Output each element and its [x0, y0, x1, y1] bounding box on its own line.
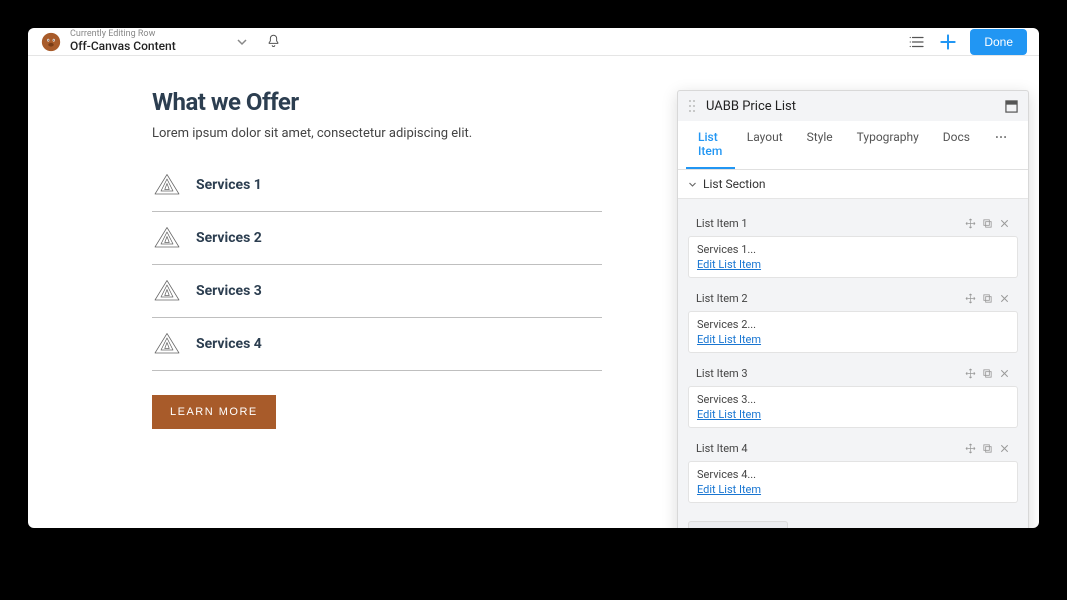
list-item-preview: Services 1...: [697, 243, 1009, 256]
done-button[interactable]: Done: [970, 29, 1027, 55]
list-item-head: List Item 1: [688, 211, 1018, 236]
service-row[interactable]: Services 1: [152, 167, 602, 212]
remove-icon[interactable]: [999, 293, 1010, 304]
section-header[interactable]: List Section: [678, 170, 1028, 199]
bell-icon[interactable]: [266, 34, 281, 49]
panel-title: UABB Price List: [706, 99, 1005, 114]
move-icon[interactable]: [965, 443, 976, 454]
mountain-icon: [152, 226, 182, 250]
mountain-icon: [152, 279, 182, 303]
section-label: List Section: [703, 177, 766, 191]
edit-list-item-link[interactable]: Edit List Item: [697, 333, 761, 346]
service-row[interactable]: Services 4: [152, 318, 602, 371]
mountain-icon: [152, 332, 182, 356]
list-item-head: List Item 4: [688, 436, 1018, 461]
editing-context: Currently Editing Row Off-Canvas Content: [70, 30, 176, 53]
settings-panel: UABB Price List List ItemLayoutStyleTypo…: [677, 90, 1029, 528]
services-list: Services 1 Services 2 Services 3 Services 4: [152, 167, 602, 371]
service-label: Services 1: [196, 177, 262, 193]
edit-list-item-link[interactable]: Edit List Item: [697, 258, 761, 271]
move-icon[interactable]: [965, 218, 976, 229]
mountain-icon: [152, 173, 182, 197]
list-item-head-label: List Item 3: [696, 367, 959, 380]
editing-title: Off-Canvas Content: [70, 40, 176, 53]
tab-list-item[interactable]: List Item: [686, 121, 735, 169]
edit-list-item-link[interactable]: Edit List Item: [697, 483, 761, 496]
list-item-card: Services 4... Edit List Item: [688, 461, 1018, 503]
list-item-block: List Item 1 Services 1... Edit List Item: [688, 211, 1018, 278]
list-item-head-label: List Item 1: [696, 217, 959, 230]
list-item-block: List Item 2 Services 2... Edit List Item: [688, 286, 1018, 353]
learn-more-button[interactable]: LEARN MORE: [152, 395, 276, 429]
beaver-logo-icon: [40, 31, 62, 53]
list-item-preview: Services 2...: [697, 318, 1009, 331]
app-frame: Currently Editing Row Off-Canvas Content…: [28, 28, 1039, 528]
service-label: Services 2: [196, 230, 262, 246]
list-item-card: Services 1... Edit List Item: [688, 236, 1018, 278]
add-list-item-button[interactable]: Add List Item: [688, 521, 788, 528]
service-label: Services 3: [196, 283, 262, 299]
move-icon[interactable]: [965, 293, 976, 304]
list-item-card: Services 2... Edit List Item: [688, 311, 1018, 353]
duplicate-icon[interactable]: [982, 368, 993, 379]
tab-typography[interactable]: Typography: [845, 121, 931, 169]
list-item-head: List Item 2: [688, 286, 1018, 311]
list-item-preview: Services 3...: [697, 393, 1009, 406]
service-label: Services 4: [196, 336, 262, 352]
service-row[interactable]: Services 3: [152, 265, 602, 318]
tab-style[interactable]: Style: [795, 121, 845, 169]
topbar: Currently Editing Row Off-Canvas Content…: [28, 28, 1039, 56]
tab-layout[interactable]: Layout: [735, 121, 795, 169]
chevron-down-icon: [688, 180, 697, 189]
list-item-preview: Services 4...: [697, 468, 1009, 481]
duplicate-icon[interactable]: [982, 218, 993, 229]
outline-icon[interactable]: [908, 33, 926, 51]
drag-handle-icon[interactable]: [688, 98, 698, 114]
list-item-block: List Item 3 Services 3... Edit List Item: [688, 361, 1018, 428]
remove-icon[interactable]: [999, 218, 1010, 229]
remove-icon[interactable]: [999, 443, 1010, 454]
duplicate-icon[interactable]: [982, 293, 993, 304]
remove-icon[interactable]: [999, 368, 1010, 379]
list-item-head: List Item 3: [688, 361, 1018, 386]
chevron-down-icon[interactable]: [236, 36, 248, 48]
list-item-card: Services 3... Edit List Item: [688, 386, 1018, 428]
plus-icon[interactable]: [938, 32, 958, 52]
service-row[interactable]: Services 2: [152, 212, 602, 265]
list-item-head-label: List Item 4: [696, 442, 959, 455]
topbar-right: Done: [908, 29, 1027, 55]
tab-docs[interactable]: Docs: [931, 121, 982, 169]
list-item-block: List Item 4 Services 4... Edit List Item: [688, 436, 1018, 503]
panel-tabs: List ItemLayoutStyleTypographyDocs: [678, 121, 1028, 170]
panel-body: List Item 1Services 1...Edit List ItemLi…: [678, 199, 1028, 528]
tab-more-icon[interactable]: [982, 121, 1020, 169]
edit-list-item-link[interactable]: Edit List Item: [697, 408, 761, 421]
duplicate-icon[interactable]: [982, 443, 993, 454]
move-icon[interactable]: [965, 368, 976, 379]
expand-window-icon[interactable]: [1005, 100, 1018, 113]
panel-header[interactable]: UABB Price List: [678, 91, 1028, 121]
list-item-head-label: List Item 2: [696, 292, 959, 305]
